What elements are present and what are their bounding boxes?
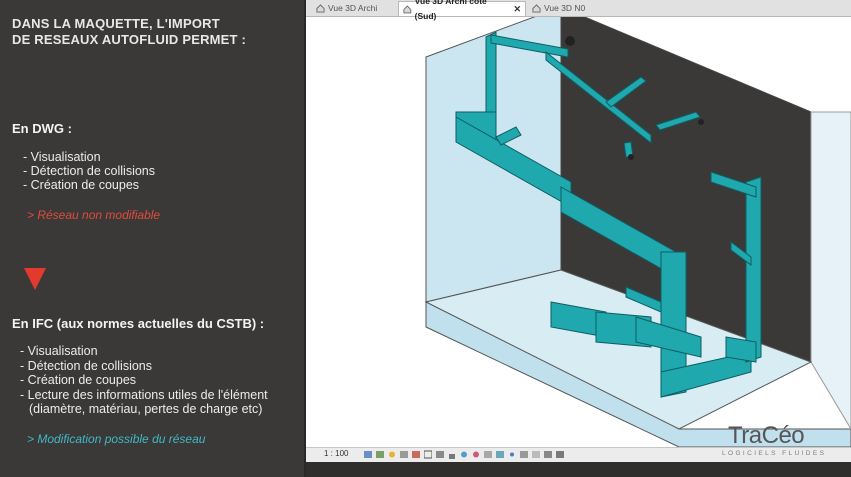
constraints-icon[interactable] — [520, 450, 528, 459]
close-icon[interactable]: ✕ — [513, 2, 521, 17]
traceo-logo: TraCéo LOGICIELS FLUIDES — [722, 422, 842, 460]
model-icon[interactable] — [532, 450, 540, 459]
reveal-hidden-icon[interactable] — [472, 450, 480, 459]
visual-style-icon[interactable] — [376, 450, 384, 459]
panel-title-line-2: DE RESEAUX AUTOFLUID PERMET : — [12, 32, 247, 47]
ifc-item-collisions: - Détection de collisions — [20, 359, 153, 373]
tab-vue-3d-archi-cote-sud[interactable]: Vue 3D Archi côté (Sud) ✕ — [398, 0, 526, 21]
scale-label[interactable]: 1 : 100 — [324, 449, 348, 458]
down-arrow-icon — [24, 268, 46, 290]
view-tabbar: Vue 3D Archi Vue 3D Archi côté (Sud) ✕ V… — [306, 0, 851, 21]
panel-title-line-1: DANS LA MAQUETTE, L'IMPORT — [12, 16, 220, 31]
house-3d-icon — [316, 4, 325, 13]
hide-isolate-icon[interactable] — [460, 450, 468, 459]
render-icon[interactable] — [412, 450, 420, 459]
logo-wordmark: TraCéo — [728, 422, 805, 449]
house-3d-icon — [532, 4, 541, 13]
terminal-2 — [698, 119, 704, 125]
terminal-1 — [565, 36, 575, 46]
dwg-item-visualisation: - Visualisation — [23, 150, 101, 164]
sun-path-icon[interactable] — [388, 450, 396, 459]
duct-floor-elbow — [725, 336, 757, 363]
ifc-item-visualisation: - Visualisation — [20, 344, 98, 358]
tab-vue-3d-archi[interactable]: Vue 3D Archi — [312, 1, 398, 16]
detail-level-icon[interactable] — [364, 450, 372, 459]
analysis-icon[interactable] — [496, 450, 504, 459]
viewer-window: Vue 3D Archi Vue 3D Archi côté (Sud) ✕ V… — [306, 0, 851, 477]
ifc-heading: En IFC (aux normes actuelles du CSTB) : — [12, 316, 265, 331]
glass-wall-right — [810, 111, 851, 430]
house-3d-icon — [403, 4, 412, 13]
tab-label: Vue 3D N0 — [544, 3, 586, 13]
ifc-note: > Modification possible du réseau — [27, 432, 206, 446]
terminal-3 — [628, 154, 634, 160]
highlight-icon[interactable] — [508, 450, 516, 459]
display-icon[interactable] — [556, 450, 564, 459]
duct-riser-1 — [485, 31, 497, 123]
worksets-icon[interactable] — [544, 450, 552, 459]
3d-model-view[interactable] — [306, 17, 851, 447]
tab-label: Vue 3D Archi — [328, 3, 378, 13]
dwg-heading: En DWG : — [12, 121, 72, 136]
dwg-item-coupes: - Création de coupes — [23, 178, 140, 192]
panel-title: DANS LA MAQUETTE, L'IMPORT DE RESEAUX AU… — [12, 16, 246, 48]
ifc-item-coupes: - Création de coupes — [20, 373, 137, 387]
dwg-item-collisions: - Détection de collisions — [23, 164, 156, 178]
dwg-note: > Réseau non modifiable — [27, 208, 161, 222]
tab-vue-3d-n0[interactable]: Vue 3D N0 — [528, 1, 598, 16]
shadows-icon[interactable] — [400, 450, 408, 459]
crop-icon[interactable] — [424, 450, 432, 459]
ifc-item-lecture-detail: (diamètre, matériau, pertes de charge et… — [29, 402, 263, 416]
duct-riser-3 — [745, 176, 762, 363]
lock-view-icon[interactable] — [448, 450, 456, 459]
bottom-strip — [306, 462, 851, 477]
ifc-item-lecture: - Lecture des informations utiles de l'é… — [20, 388, 268, 402]
show-crop-icon[interactable] — [436, 450, 444, 459]
temporary-properties-icon[interactable] — [484, 450, 492, 459]
logo-tagline: LOGICIELS FLUIDES — [722, 450, 827, 457]
presentation-panel: DANS LA MAQUETTE, L'IMPORT DE RESEAUX AU… — [0, 0, 304, 477]
